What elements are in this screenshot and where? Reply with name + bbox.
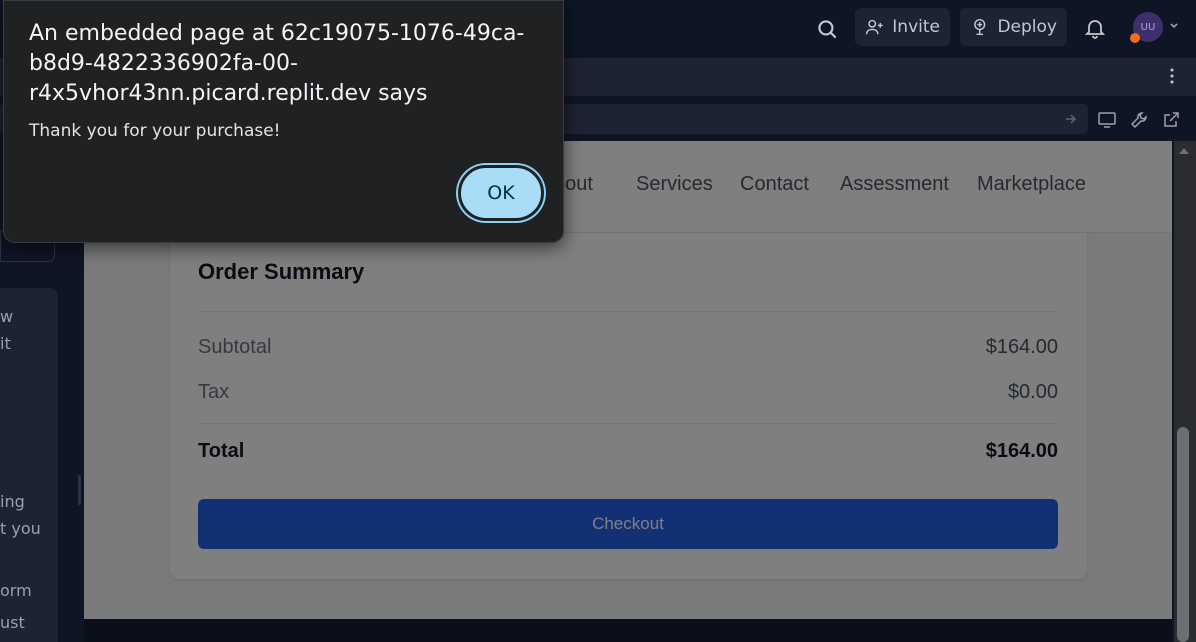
site-footer	[84, 619, 1172, 642]
ok-button[interactable]: OK	[458, 165, 544, 221]
search-icon[interactable]	[814, 16, 840, 42]
invite-label: Invite	[892, 17, 940, 37]
dialog-title-line: An embedded page at 62c19075-1076-49ca-	[29, 21, 525, 46]
dialog-title-line: b8d9-4822336902fa-00-	[29, 51, 298, 76]
alert-dialog: An embedded page at 62c19075-1076-49ca- …	[3, 0, 564, 243]
avatar-initials: UU	[1140, 21, 1156, 33]
invite-button[interactable]: Invite	[855, 8, 950, 46]
add-user-icon	[865, 19, 883, 35]
more-options-icon[interactable]	[1166, 66, 1178, 86]
deploy-icon	[974, 18, 986, 36]
sidebar-text: w	[0, 307, 14, 326]
dialog-title-line: r4x5vhor43nn.picard.replit.dev says	[29, 81, 428, 106]
sidebar-text: orm	[0, 581, 32, 600]
sidebar-text: it	[0, 334, 11, 353]
deploy-button[interactable]: Deploy	[960, 8, 1067, 46]
deploy-label: Deploy	[997, 17, 1057, 37]
chevron-down-icon[interactable]	[1168, 20, 1180, 32]
bell-icon[interactable]	[1083, 16, 1107, 40]
sidebar-text: ust	[0, 613, 25, 632]
scroll-up-icon[interactable]	[1178, 147, 1190, 155]
arrow-right-icon[interactable]	[1064, 112, 1078, 126]
scrollbar-thumb[interactable]	[1177, 427, 1189, 642]
monitor-icon[interactable]	[1097, 110, 1117, 130]
dialog-title: An embedded page at 62c19075-1076-49ca- …	[29, 19, 549, 109]
external-link-icon[interactable]	[1161, 110, 1181, 130]
avatar-status-badge	[1130, 33, 1140, 43]
resize-handle[interactable]	[78, 475, 81, 505]
dialog-message: Thank you for your purchase!	[29, 121, 281, 141]
wrench-icon[interactable]	[1129, 110, 1149, 130]
sidebar-text: t you	[0, 519, 41, 538]
sidebar-text: ing	[0, 492, 25, 511]
